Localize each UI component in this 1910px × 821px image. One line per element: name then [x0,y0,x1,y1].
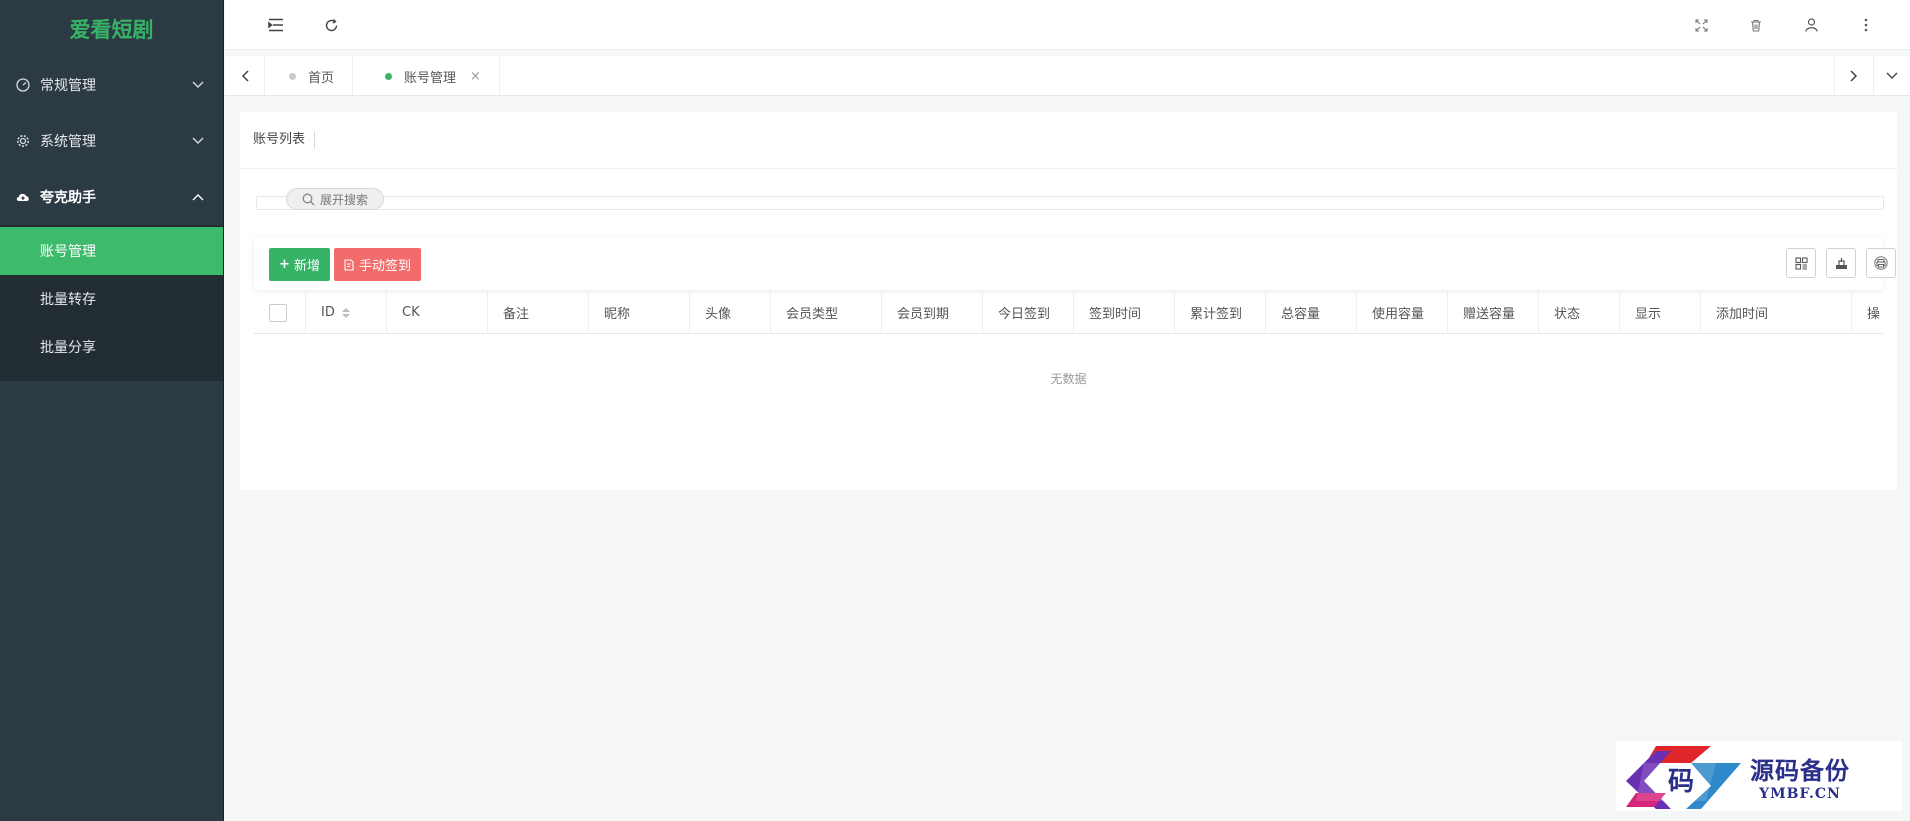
print-icon[interactable] [1866,248,1896,278]
tabs-bar: 首页 账号管理 × [225,56,1910,96]
dashboard-icon [14,76,32,94]
column-header: 会员到期 [882,291,983,334]
manual-sign-in-label: 手动签到 [358,259,411,274]
edit-document-icon [344,258,355,271]
sidebar-item-batch-share[interactable]: 批量分享 [0,323,223,371]
panel-title: 账号列表 [253,131,316,149]
column-header: 总容量 [1266,291,1357,334]
sidebar-item-batch-transfer[interactable]: 批量转存 [0,275,223,323]
empty-state-text: 无数据 [1050,372,1087,386]
sidebar-item-system[interactable]: 系统管理 [0,113,223,169]
sidebar-item-label: 夸克助手 [40,190,96,206]
chevron-up-icon [191,190,205,204]
sidebar: 爱看短剧 常规管理 系统管理 夸克助手 账号管理 批量转存 批量分享 [0,0,224,821]
fullscreen-icon[interactable] [1687,12,1715,38]
chevron-down-icon [191,134,205,148]
column-header: 昵称 [589,291,690,334]
watermark-main-text: 源码备份 [1750,755,1850,785]
search-area [256,196,1884,210]
add-button[interactable]: + 新增 [269,248,330,281]
tab-home[interactable]: 首页 [265,56,354,96]
panel-header: 账号列表 [240,112,1897,169]
gear-icon [14,132,32,150]
watermark-logo: 码 [1616,741,1746,811]
column-header: 显示 [1620,291,1701,334]
column-header-id[interactable]: ID [306,291,387,334]
search-icon [302,193,315,206]
tabs-dropdown-icon[interactable] [1874,56,1910,96]
submenu-quark: 账号管理 批量转存 批量分享 [0,225,223,381]
trash-icon[interactable] [1742,12,1770,38]
column-header: 使用容量 [1357,291,1448,334]
sort-icon[interactable] [341,307,350,318]
export-icon[interactable] [1826,248,1856,278]
column-header: 头像 [690,291,771,334]
app-logo[interactable]: 爱看短剧 [0,0,223,57]
menu-toggle-icon[interactable] [262,12,290,38]
top-bar [225,0,1910,50]
tabs-scroll-right-icon[interactable] [1834,56,1874,96]
sidebar-item-account-management[interactable]: 账号管理 [0,227,223,275]
table-toolbar: + 新增 手动签到 [254,238,1896,290]
refresh-icon[interactable] [317,12,345,38]
tab-account-management[interactable]: 账号管理 × [361,56,500,96]
column-header: 签到时间 [1074,291,1175,334]
watermark-logo-char: 码 [1668,767,1695,797]
more-vertical-icon[interactable] [1852,12,1880,38]
column-header: 添加时间 [1701,291,1852,334]
column-header: 会员类型 [771,291,882,334]
watermark-text: 源码备份 YMBF.CN [1750,751,1850,802]
column-label: ID [321,305,335,320]
user-icon[interactable] [1797,12,1825,38]
expand-search-button[interactable]: 展开搜索 [286,188,384,210]
column-header: 赠送容量 [1448,291,1539,334]
tab-status-dot [385,72,392,80]
column-header: 备注 [488,291,589,334]
add-button-label: 新增 [293,259,320,274]
select-all-checkbox[interactable] [269,303,287,322]
manual-sign-in-button[interactable]: 手动签到 [334,248,421,281]
cloud-upload-icon [14,188,32,206]
content-panel: 账号列表 展开搜索 + 新增 手动签到 ID CK 备注 昵称 头像 会员类型 … [240,112,1897,490]
column-header: 状态 [1539,291,1620,334]
sidebar-item-label: 常规管理 [40,78,96,94]
close-icon[interactable]: × [470,69,481,84]
plus-icon: + [279,257,290,272]
chevron-down-icon [191,78,205,92]
watermark-sub-text: YMBF.CN [1759,785,1841,802]
sidebar-item-quark[interactable]: 夸克助手 [0,169,223,225]
table-header: ID CK 备注 昵称 头像 会员类型 会员到期 今日签到 签到时间 累计签到 … [254,291,1883,334]
column-header: 累计签到 [1175,291,1266,334]
tab-label: 账号管理 [404,70,457,86]
sidebar-item-label: 系统管理 [40,134,96,150]
search-label: 展开搜索 [319,192,368,207]
columns-filter-icon[interactable] [1786,248,1816,278]
tab-label: 首页 [308,70,335,86]
select-all-cell [254,291,306,334]
column-header: CK [387,291,488,334]
tab-status-dot [289,72,296,80]
tabs-scroll-left-icon[interactable] [225,56,265,96]
column-header: 操 [1867,307,1881,322]
sidebar-item-general[interactable]: 常规管理 [0,57,223,113]
column-header: 今日签到 [983,291,1074,334]
watermark: 码 源码备份 YMBF.CN [1616,741,1902,811]
